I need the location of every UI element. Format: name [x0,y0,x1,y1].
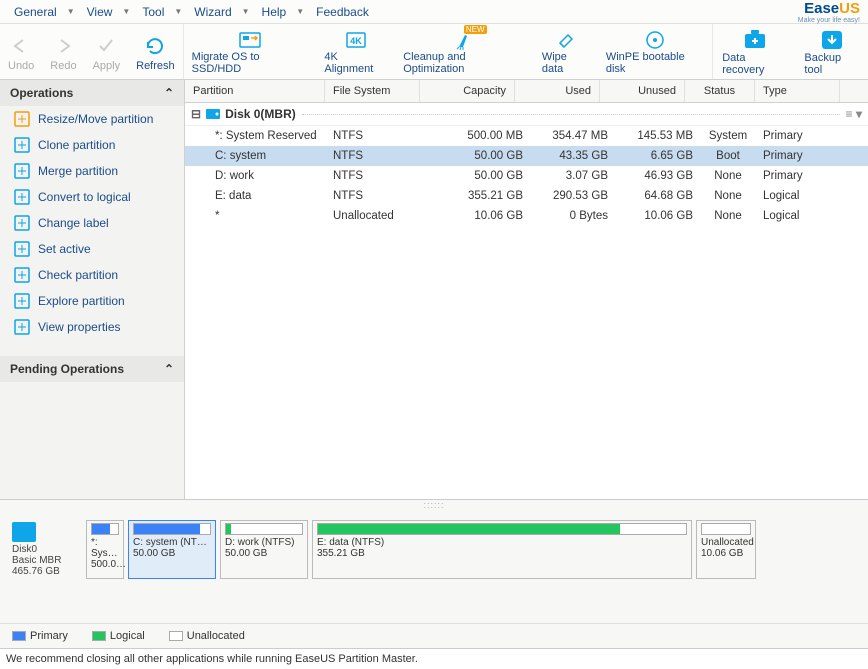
partition-row[interactable]: *: System ReservedNTFS500.00 MB354.47 MB… [185,126,868,146]
menubar: General▼ View▼ Tool▼ Wizard▼ Help▼ Feedb… [0,0,868,24]
new-badge: NEW [464,25,487,34]
migrate-os-button[interactable]: Migrate OS to SSD/HDD [184,24,317,79]
col-used[interactable]: Used [515,80,600,102]
menu-tool[interactable]: Tool▼ [136,5,188,19]
operation-item[interactable]: Merge partition [0,158,184,184]
resize-grip[interactable]: :::::: [0,500,868,512]
svg-text:4K: 4K [350,36,362,46]
winpe-button[interactable]: WinPE bootable disk [598,24,712,79]
table-header: Partition File System Capacity Used Unus… [185,80,868,103]
partition-row[interactable]: *Unallocated10.06 GB0 Bytes10.06 GBNoneL… [185,206,868,226]
apply-button[interactable]: Apply [85,24,129,79]
legend-unallocated: Unallocated [169,630,245,642]
menu-wizard[interactable]: Wizard▼ [188,5,255,19]
disk-map-info[interactable]: Disk0 Basic MBR 465.76 GB [10,520,80,579]
operation-item[interactable]: Change label [0,210,184,236]
op-icon [14,319,30,335]
chevron-down-icon: ▼ [67,7,75,16]
op-icon [14,137,30,153]
legend-primary: Primary [12,630,68,642]
partition-block[interactable]: Unallocated10.06 GB [696,520,756,579]
disk-name: Disk 0(MBR) [225,107,296,121]
refresh-button[interactable]: Refresh [128,24,183,79]
operation-item[interactable]: Resize/Move partition [0,106,184,132]
sidebar: Operations ⌃ Resize/Move partition Clone … [0,80,185,499]
disk-header[interactable]: ⊟ Disk 0(MBR) ≡ ▾ [185,103,868,126]
operation-item[interactable]: Convert to logical [0,184,184,210]
operation-item[interactable]: View properties [0,314,184,340]
menu-general[interactable]: General▼ [8,5,81,19]
partition-block[interactable]: C: system (NT…50.00 GB [128,520,216,579]
op-label: Explore partition [38,294,125,308]
disk-map-panel: :::::: Disk0 Basic MBR 465.76 GB *: Sys…… [0,499,868,648]
op-label: View properties [38,320,121,334]
undo-button[interactable]: Undo [0,24,42,79]
operation-item[interactable]: Set active [0,236,184,262]
disk-menu-icon[interactable]: ≡ ▾ [846,107,862,121]
legend-logical: Logical [92,630,145,642]
op-icon [14,215,30,231]
operation-item[interactable]: Check partition [0,262,184,288]
chevron-down-icon: ▼ [122,7,130,16]
collapse-icon: ⌃ [164,86,174,100]
col-partition[interactable]: Partition [185,80,325,102]
partition-row[interactable]: E: dataNTFS355.21 GB290.53 GB64.68 GBNon… [185,186,868,206]
toolbar: Undo Redo Apply Refresh Migrate OS to SS… [0,24,868,80]
data-recovery-button[interactable]: Data recovery [714,24,796,79]
chevron-down-icon: ▼ [242,7,250,16]
menu-feedback[interactable]: Feedback [310,5,375,19]
op-icon [14,293,30,309]
op-label: Merge partition [38,164,118,178]
menu-view[interactable]: View▼ [81,5,137,19]
op-icon [14,111,30,127]
partition-row[interactable]: C: systemNTFS50.00 GB43.35 GB6.65 GBBoot… [185,146,868,166]
op-label: Resize/Move partition [38,112,153,126]
disk-icon [12,522,36,542]
partition-row[interactable]: D: workNTFS50.00 GB3.07 GB46.93 GBNonePr… [185,166,868,186]
backup-tool-button[interactable]: Backup tool [796,24,868,79]
redo-button[interactable]: Redo [42,24,84,79]
op-label: Change label [38,216,109,230]
operation-item[interactable]: Clone partition [0,132,184,158]
chevron-down-icon: ▼ [174,7,182,16]
col-filesystem[interactable]: File System [325,80,420,102]
operation-item[interactable]: Explore partition [0,288,184,314]
disk-icon [205,107,221,121]
partition-block[interactable]: E: data (NTFS)355.21 GB [312,520,692,579]
legend: Primary Logical Unallocated [0,623,868,648]
chevron-down-icon: ▼ [296,7,304,16]
col-type[interactable]: Type [755,80,840,102]
op-icon [14,189,30,205]
op-label: Set active [38,242,91,256]
4k-alignment-button[interactable]: 4K4K Alignment [316,24,395,79]
status-bar: We recommend closing all other applicati… [0,648,868,669]
operations-header[interactable]: Operations ⌃ [0,80,184,106]
op-icon [14,241,30,257]
partition-block[interactable]: *: Sys…500.0… [86,520,124,579]
col-unused[interactable]: Unused [600,80,685,102]
op-icon [14,267,30,283]
wipe-data-button[interactable]: Wipe data [534,24,598,79]
col-status[interactable]: Status [685,80,755,102]
pending-operations-header[interactable]: Pending Operations ⌃ [0,356,184,382]
collapse-icon: ⌃ [164,362,174,376]
op-label: Check partition [38,268,118,282]
cleanup-button[interactable]: NEWCleanup and Optimization [395,24,534,79]
partition-list: Partition File System Capacity Used Unus… [185,80,868,499]
menu-help[interactable]: Help▼ [256,5,311,19]
op-label: Clone partition [38,138,115,152]
logo: EaseUS Make your life easy! [798,0,860,24]
partition-block[interactable]: D: work (NTFS)50.00 GB [220,520,308,579]
col-capacity[interactable]: Capacity [420,80,515,102]
op-icon [14,163,30,179]
collapse-toggle[interactable]: ⊟ [191,107,201,121]
op-label: Convert to logical [38,190,131,204]
